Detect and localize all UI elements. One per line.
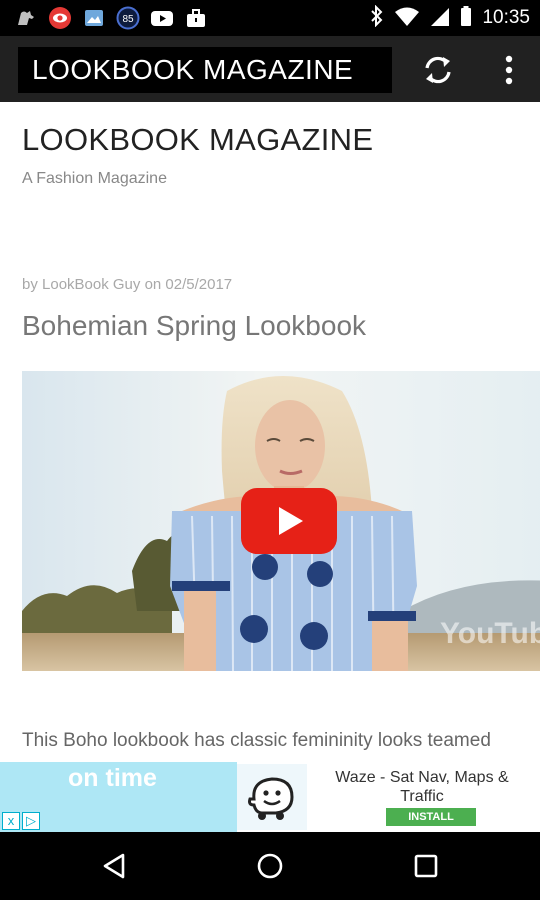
overflow-menu-button[interactable] [494, 50, 524, 90]
youtube-watermark: YouTube [440, 617, 540, 650]
nav-bar [0, 832, 540, 900]
ad-image[interactable]: on time x ▷ [0, 762, 237, 832]
battery-icon [460, 5, 472, 32]
image-app-icon [82, 6, 106, 30]
mouse-app-icon [14, 6, 38, 30]
home-button[interactable] [250, 846, 290, 886]
ad-close-icon[interactable]: x [2, 812, 20, 830]
notification-icons: 85 [14, 6, 208, 30]
back-icon [103, 853, 125, 879]
ad-banner[interactable]: on time x ▷ Waze - Sat Nav, Maps & Traff… [0, 762, 540, 832]
ad-install-button[interactable]: INSTALL [386, 808, 476, 826]
video-thumbnail: YouTube [22, 371, 540, 671]
recents-icon [414, 854, 438, 878]
wifi-icon [394, 5, 420, 32]
recents-button[interactable] [406, 846, 446, 886]
speed-badge-text: 85 [122, 14, 134, 25]
refresh-icon [425, 56, 451, 84]
play-button[interactable] [241, 488, 337, 554]
home-icon [257, 853, 283, 879]
app-title: LOOKBOOK MAGAZINE [32, 54, 354, 85]
post-meta: by LookBook Guy on 02/5/2017 [22, 276, 233, 293]
signal-icon [430, 5, 450, 32]
overflow-menu-icon [505, 55, 513, 85]
eye-app-icon [48, 6, 72, 30]
system-icons: 10:35 [370, 0, 530, 36]
ad-app-title[interactable]: Waze - Sat Nav, Maps & Traffic [318, 768, 526, 806]
waze-logo-icon[interactable] [237, 764, 307, 830]
bluetooth-icon [370, 4, 384, 32]
app-bar: LOOKBOOK MAGAZINE [0, 36, 540, 102]
ad-choices[interactable]: x ▷ [2, 812, 40, 830]
ad-choices-icon[interactable]: ▷ [22, 812, 40, 830]
briefcase-icon [184, 6, 208, 30]
video-embed[interactable]: YouTube [22, 371, 540, 671]
speed-85-icon: 85 [116, 6, 140, 30]
youtube-icon [150, 6, 174, 30]
post-title[interactable]: Bohemian Spring Lookbook [22, 310, 366, 342]
clock: 10:35 [482, 7, 530, 28]
status-bar: 85 10:35 [0, 0, 540, 36]
app-title-box: LOOKBOOK MAGAZINE [18, 47, 392, 93]
post-excerpt: This Boho lookbook has classic femininit… [22, 730, 491, 751]
web-content[interactable]: LOOKBOOK MAGAZINE A Fashion Magazine by … [0, 102, 540, 762]
site-title[interactable]: LOOKBOOK MAGAZINE [22, 122, 373, 158]
back-button[interactable] [94, 846, 134, 886]
site-tagline: A Fashion Magazine [22, 170, 167, 187]
refresh-button[interactable] [416, 50, 460, 90]
ad-headline: on time [68, 764, 157, 792]
